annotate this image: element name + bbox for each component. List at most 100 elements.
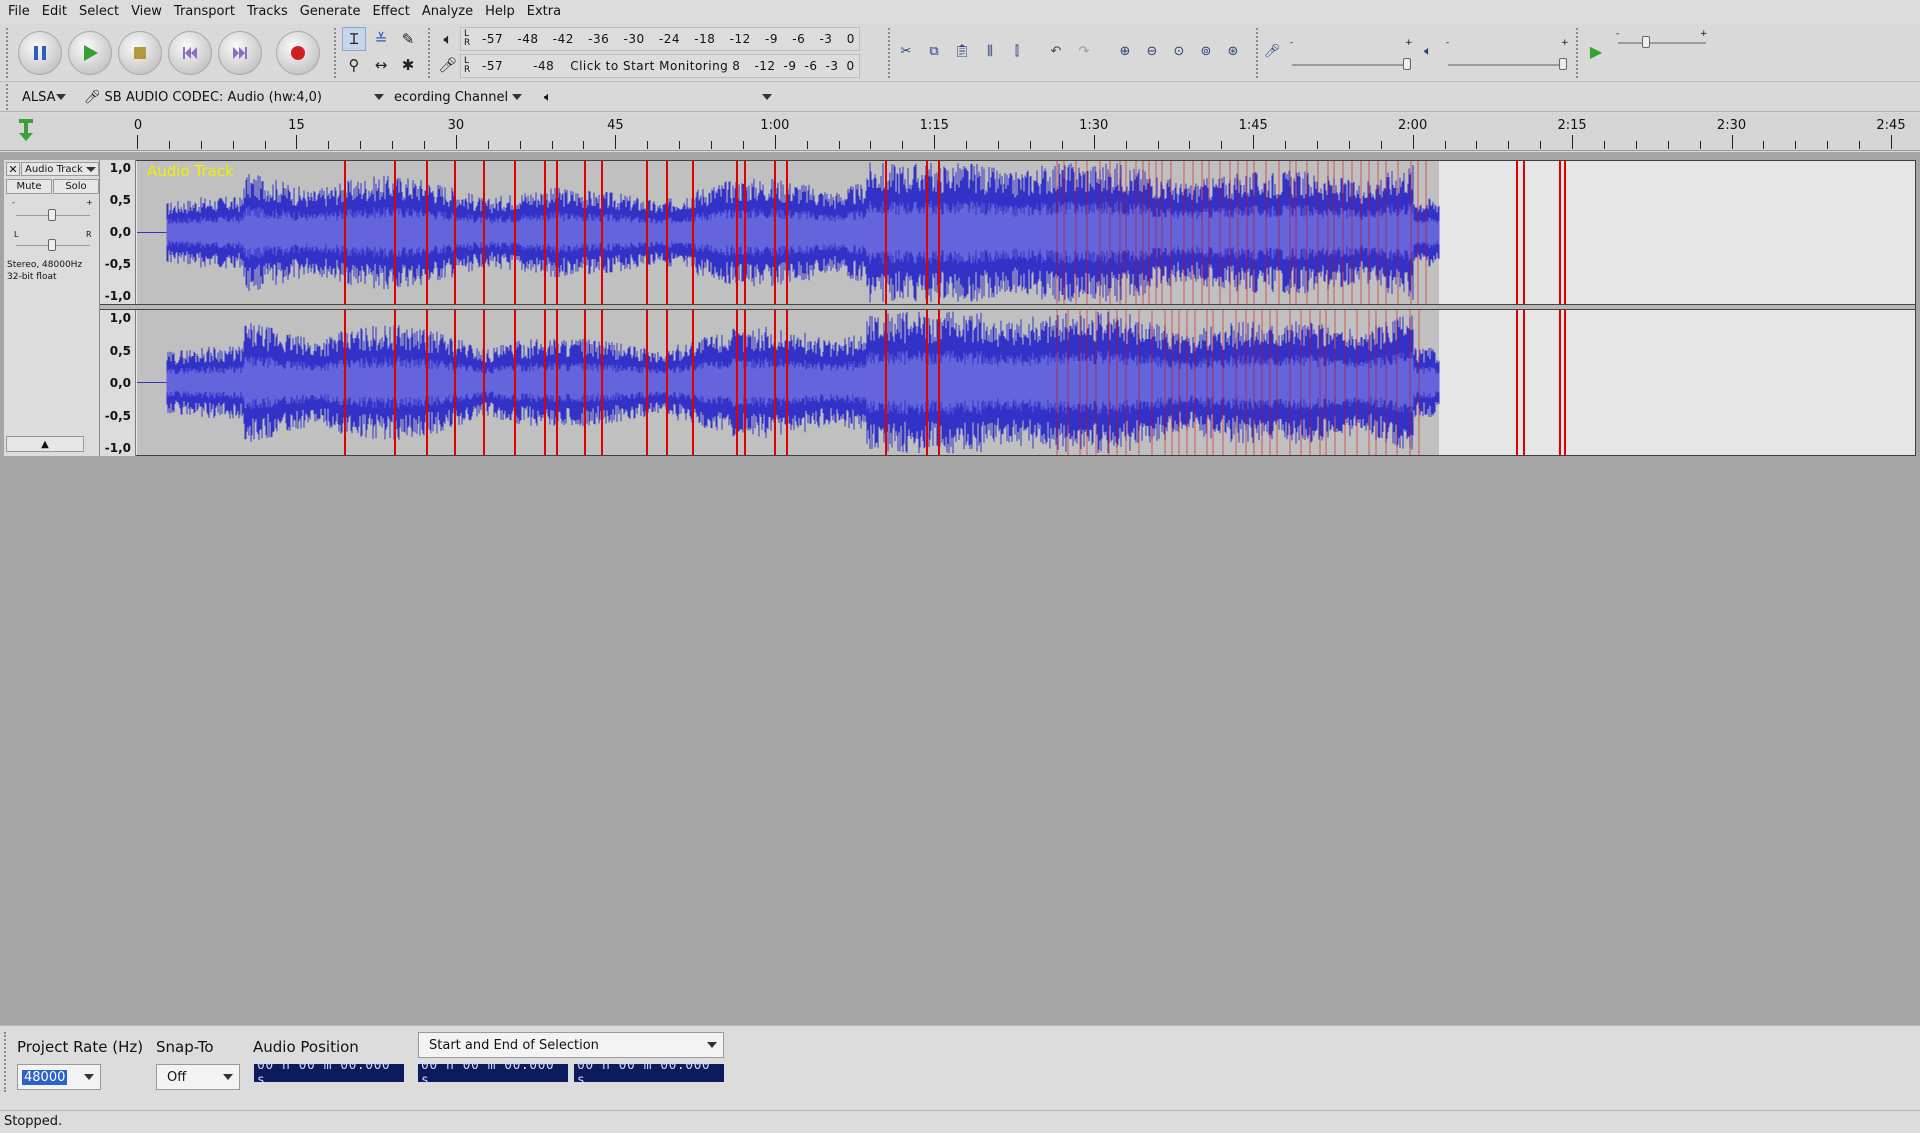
track-name-menu[interactable]: Audio Track [21, 162, 99, 176]
audio-position-field[interactable]: 00 h 00 m 00.000 s [254, 1058, 404, 1088]
cut-button[interactable]: ✂ [894, 39, 918, 63]
ruler-tick [615, 135, 617, 149]
menu-transport[interactable]: Transport [172, 0, 245, 24]
slider-thumb[interactable] [1642, 36, 1650, 48]
record-meter[interactable]: LR -57 -48 Click to Start Monitoring 8 -1… [460, 54, 860, 78]
zoom-in-button[interactable]: ⊕ [1113, 39, 1137, 63]
menu-file[interactable]: File [6, 0, 40, 24]
menu-help[interactable]: Help [483, 0, 525, 24]
recording-volume-slider[interactable] [1292, 64, 1410, 66]
ruler-tick [424, 141, 426, 149]
microphone-icon: 🎤︎ [84, 89, 101, 105]
playback-speed-slider[interactable] [1618, 42, 1706, 44]
project-rate-label: Project Rate (Hz) [17, 1038, 144, 1056]
ruler-tick [1540, 141, 1542, 149]
stop-button[interactable] [118, 31, 162, 75]
ruler-tick [679, 141, 681, 149]
multi-tool[interactable]: ✱ [396, 53, 420, 77]
record-icon [291, 46, 305, 60]
mute-button[interactable]: Mute [6, 179, 52, 194]
toolbar-grip[interactable] [4, 1032, 8, 1092]
toolbar-grip[interactable] [428, 28, 432, 78]
undo-button[interactable]: ↶ [1044, 39, 1068, 63]
time-shift-tool[interactable]: ↔ [369, 53, 393, 77]
toolbar-grip[interactable] [334, 28, 338, 78]
record-meter-button[interactable]: 🎤︎ [436, 53, 460, 77]
solo-button[interactable]: Solo [53, 179, 99, 194]
meter-tick-label: -12 [729, 32, 751, 46]
menu-tracks[interactable]: Tracks [245, 0, 298, 24]
ruler-tick [328, 141, 330, 149]
ruler-tick [711, 141, 713, 149]
menu-view[interactable]: View [129, 0, 172, 24]
menu-generate[interactable]: Generate [298, 0, 371, 24]
selection-mode-select[interactable]: Start and End of Selection [418, 1032, 724, 1058]
menu-effect[interactable]: Effect [370, 0, 419, 24]
copy-button[interactable]: ⧉ [922, 39, 946, 63]
fit-project-button[interactable]: ⊚ [1194, 39, 1218, 63]
timeline-ruler[interactable]: 0 15 30 45 1:00 1:15 1:30 1:45 2:00 2:15 2:30 2:45 [0, 113, 1920, 151]
recording-device-select[interactable]: 🎤︎ SB AUDIO CODEC: Audio (hw:4,0) [80, 86, 390, 108]
skip-to-start-button[interactable] [168, 31, 212, 75]
ruler-tick-label: 1:15 [919, 118, 949, 133]
play-at-speed-button[interactable]: ▶ [1584, 39, 1608, 63]
ruler-tick [519, 141, 521, 149]
silence-button[interactable]: ⫿ [1005, 39, 1029, 63]
microphone-icon: 🎤︎ [438, 56, 458, 74]
toolbar-grip[interactable] [1576, 28, 1580, 78]
ruler-tick [1316, 141, 1318, 149]
menu-analyze[interactable]: Analyze [420, 0, 483, 24]
left-channel[interactable]: Audio Track [137, 161, 1915, 304]
audio-host-select[interactable]: ALSA [16, 86, 72, 108]
recording-channels-select[interactable]: ecording Channel [394, 86, 528, 108]
project-rate-select[interactable]: 48000 [17, 1064, 101, 1090]
menu-select[interactable]: Select [77, 0, 129, 24]
ruler-tick [551, 141, 553, 149]
meter-tick-label: -42 [552, 32, 574, 46]
menu-extra[interactable]: Extra [525, 0, 571, 24]
zoom-toggle-button[interactable]: ⊛ [1221, 39, 1245, 63]
ruler-tick-label: 30 [447, 118, 465, 133]
amplitude-label: -0,5 [104, 257, 131, 271]
collapse-track-button[interactable]: ▲ [6, 436, 84, 452]
playback-meter-button[interactable]: 🔈︎ [436, 27, 460, 51]
envelope-tool[interactable]: ≚ [369, 27, 393, 51]
ruler-tick [1699, 141, 1701, 149]
skip-to-end-button[interactable] [218, 31, 262, 75]
selection-end-field[interactable]: 00 h 00 m 00.000 s [574, 1058, 724, 1088]
trim-button[interactable]: ⫼ [978, 39, 1002, 63]
slider-thumb[interactable] [1403, 58, 1411, 70]
selection-start-field[interactable]: 00 h 00 m 00.000 s [418, 1058, 568, 1088]
snap-to-select[interactable]: Off [156, 1064, 240, 1090]
toolbar-grip[interactable] [6, 84, 10, 110]
fit-selection-button[interactable]: ⊙ [1167, 39, 1191, 63]
draw-tool[interactable]: ✎ [396, 27, 420, 51]
right-channel[interactable] [137, 310, 1915, 455]
paste-button[interactable]: 📋︎ [950, 39, 974, 63]
slider-thumb[interactable] [48, 239, 56, 251]
selection-tool[interactable]: Ɪ [342, 27, 366, 51]
playback-device-select[interactable]: 🔈︎ [540, 86, 778, 108]
toolbar-area: Ɪ ≚ ✎ ⚲ ↔ ✱ 🔈︎ 🎤︎ LR -57 -48 -42 -36 -30 -24-… [0, 24, 1920, 82]
track-control-panel: ✕ Audio Track Mute Solo - + L R Stereo, … [4, 160, 100, 456]
redo-button[interactable]: ↷ [1072, 39, 1096, 63]
play-button[interactable] [68, 31, 112, 75]
pin-icon[interactable] [16, 117, 36, 143]
meter-tick-label: -3 [825, 59, 839, 73]
playback-meter[interactable]: LR -57 -48 -42 -36 -30 -24 -18 -12 -9 -6 -3 0 [460, 27, 860, 51]
close-track-button[interactable]: ✕ [6, 162, 20, 176]
toolbar-grip[interactable] [888, 28, 892, 78]
fit-selection-icon: ⊙ [1173, 43, 1185, 59]
menu-edit[interactable]: Edit [40, 0, 77, 24]
amplitude-label: -1,0 [104, 289, 131, 303]
monitor-prompt[interactable]: Click to Start Monitoring [570, 59, 728, 73]
toolbar-grip[interactable] [6, 28, 10, 78]
slider-thumb[interactable] [48, 209, 56, 221]
record-button[interactable] [276, 31, 320, 75]
chevron-down-icon [84, 1074, 94, 1080]
playback-volume-slider[interactable] [1448, 64, 1566, 66]
zoom-tool[interactable]: ⚲ [342, 53, 366, 77]
zoom-out-button[interactable]: ⊖ [1140, 39, 1164, 63]
pause-button[interactable] [18, 31, 62, 75]
slider-thumb[interactable] [1559, 58, 1567, 70]
